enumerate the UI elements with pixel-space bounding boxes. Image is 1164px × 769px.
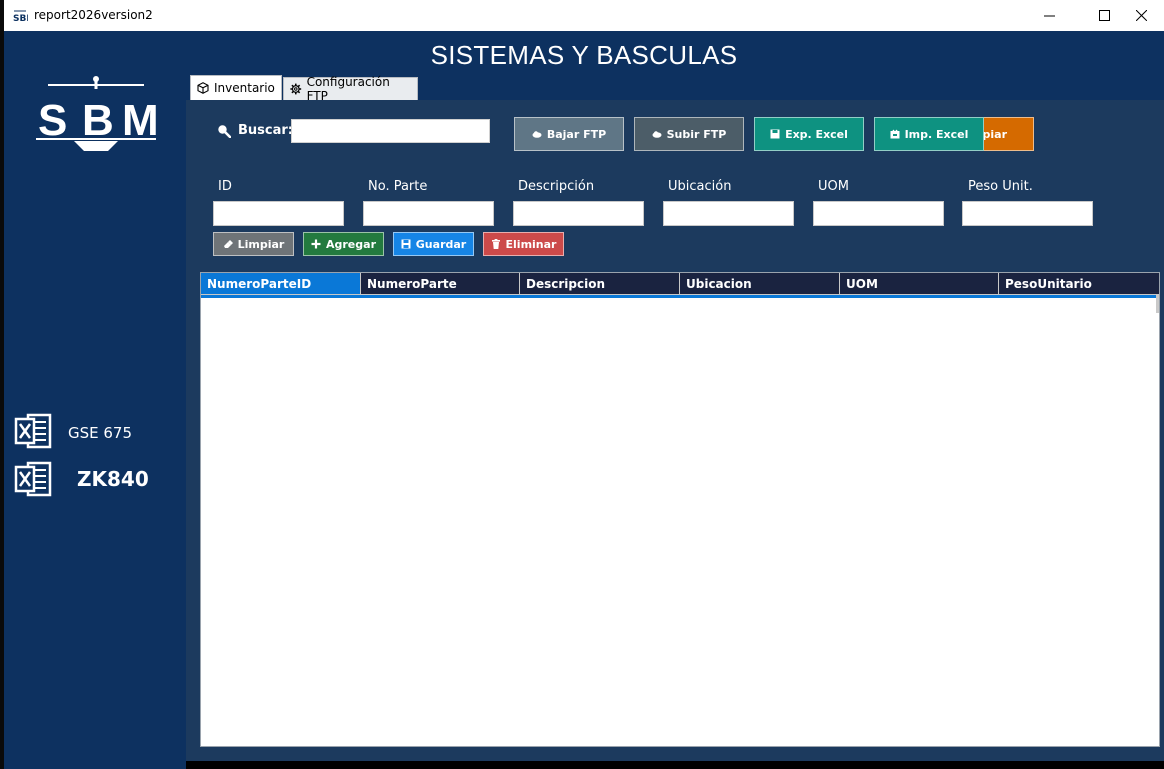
minimize-button[interactable] bbox=[1026, 0, 1072, 31]
sidebar-item-label[interactable]: ZK840 bbox=[77, 467, 149, 491]
eraser-icon bbox=[223, 240, 233, 248]
window-title: report2026version2 bbox=[34, 8, 153, 22]
unit-weight-field[interactable] bbox=[962, 201, 1093, 226]
vertical-scrollbar[interactable] bbox=[1156, 295, 1159, 313]
tab-strip: Inventario Configuración FTP bbox=[186, 75, 1164, 103]
save-button[interactable]: Guardar bbox=[393, 232, 474, 256]
tab-configuracion-ftp[interactable]: Configuración FTP bbox=[283, 75, 418, 103]
svg-text:S: S bbox=[38, 96, 67, 145]
tab-label: Configuración FTP bbox=[306, 75, 390, 103]
part-number-field[interactable] bbox=[363, 201, 494, 226]
app-header: SISTEMAS Y BASCULAS bbox=[4, 31, 1164, 75]
maximize-icon bbox=[1098, 10, 1110, 21]
column-header-descripcion[interactable]: Descripcion bbox=[520, 273, 680, 295]
page-title: SISTEMAS Y BASCULAS bbox=[430, 40, 738, 70]
svg-text:SBM: SBM bbox=[13, 14, 28, 23]
save-icon bbox=[770, 129, 780, 139]
svg-text:B: B bbox=[82, 96, 114, 145]
description-field[interactable] bbox=[513, 201, 644, 226]
description-label: Descripción bbox=[518, 179, 595, 194]
column-header-uom[interactable]: UOM bbox=[840, 273, 999, 295]
part-number-label: No. Parte bbox=[368, 179, 428, 194]
box-icon bbox=[197, 82, 209, 94]
uom-field[interactable] bbox=[813, 201, 944, 226]
column-header-pesounitario[interactable]: PesoUnitario bbox=[999, 273, 1159, 295]
cloud-icon bbox=[532, 131, 542, 138]
app-logo-icon: SBM bbox=[12, 9, 28, 23]
status-bar bbox=[186, 761, 1164, 769]
minimize-icon bbox=[1043, 15, 1055, 17]
column-header-numeroparte[interactable]: NumeroParte bbox=[361, 273, 520, 295]
subir-ftp-button[interactable]: Subir FTP bbox=[634, 117, 744, 151]
export-excel-button[interactable]: Exp. Excel bbox=[754, 117, 864, 151]
id-field[interactable] bbox=[213, 201, 344, 226]
trash-icon bbox=[491, 239, 500, 249]
app-window: SBM report2026version2 SISTEMAS Y BASCUL… bbox=[4, 0, 1164, 769]
sbm-logo: S B M bbox=[36, 76, 158, 151]
search-input[interactable] bbox=[291, 119, 490, 143]
cloud-icon bbox=[652, 131, 662, 138]
location-label: Ubicación bbox=[668, 179, 732, 194]
close-icon bbox=[1135, 10, 1147, 21]
tab-inventario[interactable]: Inventario bbox=[190, 75, 282, 100]
unit-weight-label: Peso Unit. bbox=[968, 179, 1033, 194]
gear-icon bbox=[290, 83, 302, 95]
import-excel-button[interactable]: Imp. Excel bbox=[874, 117, 984, 151]
sidebar-item-label[interactable]: GSE 675 bbox=[68, 424, 132, 442]
plus-icon bbox=[311, 239, 321, 249]
search-label: Buscar: bbox=[238, 123, 293, 138]
inventory-panel: Buscar: Bajar FTP Subir FTP Exp. Excel p… bbox=[186, 100, 1164, 761]
close-button[interactable] bbox=[1118, 0, 1164, 31]
bajar-ftp-button[interactable]: Bajar FTP bbox=[514, 117, 624, 151]
content-area: Inventario Configuración FTP Buscar: Baj… bbox=[186, 75, 1164, 769]
save-icon bbox=[401, 239, 411, 249]
grid-header: NumeroParteID NumeroParte Descripcion Ub… bbox=[201, 273, 1159, 295]
sidebar: S B M GSE 675 ZK840 bbox=[4, 75, 186, 769]
clear-button[interactable]: Limpiar bbox=[213, 232, 294, 256]
location-field[interactable] bbox=[663, 201, 794, 226]
id-label: ID bbox=[218, 179, 232, 194]
svg-text:M: M bbox=[122, 96, 158, 145]
inventory-grid[interactable]: NumeroParteID NumeroParte Descripcion Ub… bbox=[200, 272, 1160, 747]
column-header-ubicacion[interactable]: Ubicacion bbox=[680, 273, 840, 295]
sidebar-item-gse675[interactable] bbox=[14, 412, 52, 450]
add-button[interactable]: Agregar bbox=[303, 232, 384, 256]
import-icon bbox=[890, 129, 900, 139]
search-toolbar: Buscar: Bajar FTP Subir FTP Exp. Excel p… bbox=[186, 100, 1164, 160]
excel-icon bbox=[14, 461, 52, 497]
selected-row-indicator bbox=[201, 295, 1157, 298]
sidebar-item-zk840[interactable] bbox=[14, 460, 52, 498]
uom-label: UOM bbox=[818, 179, 849, 194]
tab-label: Inventario bbox=[214, 81, 275, 95]
column-header-numeroparteid[interactable]: NumeroParteID bbox=[201, 273, 361, 295]
title-bar: SBM report2026version2 bbox=[4, 0, 1164, 31]
excel-icon bbox=[14, 413, 52, 449]
part-form: ID No. Parte Descripción Ubicación UOM P… bbox=[186, 160, 1164, 264]
search-icon bbox=[218, 125, 231, 138]
delete-button[interactable]: Eliminar bbox=[483, 232, 564, 256]
